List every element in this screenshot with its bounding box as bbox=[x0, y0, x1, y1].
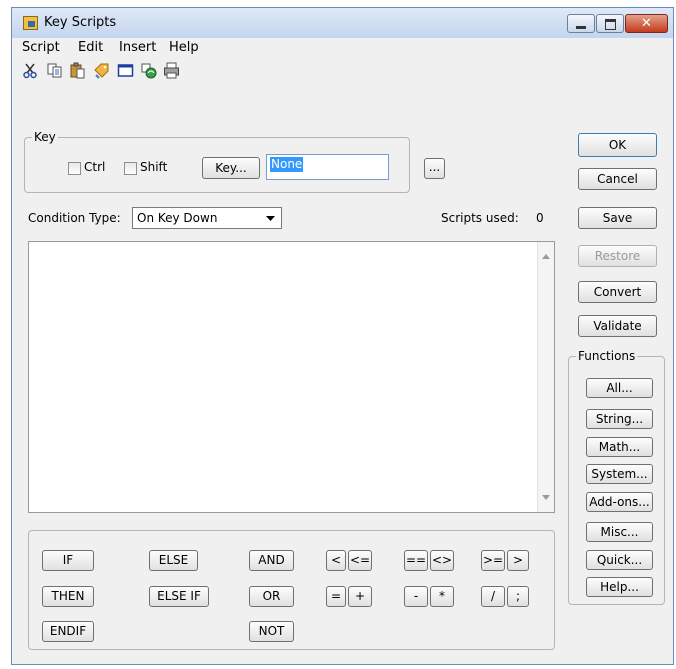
functions-system-button[interactable]: System... bbox=[586, 464, 653, 484]
not-equal-button[interactable]: <> bbox=[430, 550, 454, 571]
shift-checkbox[interactable] bbox=[124, 162, 137, 175]
menu-script[interactable]: Script bbox=[22, 40, 60, 55]
semicolon-button[interactable]: ; bbox=[507, 586, 529, 607]
functions-math-button[interactable]: Math... bbox=[586, 437, 653, 457]
tag-icon[interactable] bbox=[93, 62, 110, 79]
divide-button[interactable]: / bbox=[481, 586, 505, 607]
functions-legend: Functions bbox=[576, 349, 638, 363]
key-group-legend: Key bbox=[32, 130, 58, 144]
functions-all-button[interactable]: All... bbox=[586, 378, 653, 398]
globe-icon[interactable] bbox=[140, 62, 157, 79]
key-value-text: None bbox=[270, 157, 304, 172]
ctrl-label: Ctrl bbox=[84, 160, 106, 174]
cancel-button[interactable]: Cancel bbox=[578, 168, 657, 190]
greater-equal-button[interactable]: >= bbox=[481, 550, 505, 571]
key-value-field[interactable]: None bbox=[266, 154, 389, 180]
or-button[interactable]: OR bbox=[249, 586, 294, 607]
copy-icon[interactable] bbox=[46, 62, 63, 79]
validate-button[interactable]: Validate bbox=[578, 315, 657, 337]
toolbar bbox=[12, 59, 673, 83]
maximize-button[interactable] bbox=[596, 14, 624, 33]
less-equal-button[interactable]: <= bbox=[348, 550, 372, 571]
save-button[interactable]: Save bbox=[578, 207, 657, 229]
close-button[interactable]: ✕ bbox=[625, 14, 668, 33]
scissors-icon[interactable] bbox=[22, 62, 39, 79]
functions-string-button[interactable]: String... bbox=[586, 409, 653, 429]
else-button[interactable]: ELSE bbox=[149, 550, 198, 571]
app-icon bbox=[23, 16, 38, 30]
scripts-used-count: 0 bbox=[536, 211, 544, 225]
greater-than-button[interactable]: > bbox=[507, 550, 529, 571]
condition-type-select[interactable]: On Key Down bbox=[132, 207, 282, 229]
menu-bar: Script Edit Insert Help bbox=[12, 38, 673, 58]
multiply-button[interactable]: * bbox=[430, 586, 454, 607]
key-button[interactable]: Key... bbox=[202, 157, 260, 179]
shift-label: Shift bbox=[140, 160, 168, 174]
menu-help[interactable]: Help bbox=[169, 40, 199, 55]
less-than-button[interactable]: < bbox=[326, 550, 346, 571]
functions-quick-button[interactable]: Quick... bbox=[586, 550, 653, 570]
script-editor[interactable] bbox=[28, 241, 555, 513]
editor-scrollbar[interactable] bbox=[537, 242, 554, 512]
endif-button[interactable]: ENDIF bbox=[42, 621, 94, 642]
print-icon[interactable] bbox=[163, 62, 180, 79]
minimize-button[interactable] bbox=[567, 14, 595, 33]
convert-button[interactable]: Convert bbox=[578, 281, 657, 303]
condition-type-value: On Key Down bbox=[137, 211, 218, 225]
window-icon[interactable] bbox=[117, 62, 134, 79]
menu-edit[interactable]: Edit bbox=[78, 40, 103, 55]
scroll-down-icon[interactable] bbox=[542, 495, 550, 500]
paste-icon[interactable] bbox=[69, 62, 86, 79]
condition-type-label: Condition Type: bbox=[28, 211, 121, 225]
title-bar: Key Scripts ✕ bbox=[12, 8, 673, 38]
plus-button[interactable]: + bbox=[348, 586, 372, 607]
window-title: Key Scripts bbox=[44, 15, 117, 30]
ok-button[interactable]: OK bbox=[578, 133, 657, 157]
then-button[interactable]: THEN bbox=[42, 586, 94, 607]
and-button[interactable]: AND bbox=[249, 550, 294, 571]
restore-button[interactable]: Restore bbox=[578, 245, 657, 267]
chevron-down-icon bbox=[266, 216, 275, 221]
key-scripts-window: Key Scripts ✕ Script Edit Insert Help Ke… bbox=[11, 7, 674, 665]
functions-addons-button[interactable]: Add-ons... bbox=[586, 492, 653, 512]
if-button[interactable]: IF bbox=[42, 550, 94, 571]
functions-misc-button[interactable]: Misc... bbox=[586, 522, 653, 542]
double-equals-button[interactable]: == bbox=[404, 550, 428, 571]
elseif-button[interactable]: ELSE IF bbox=[149, 586, 209, 607]
scripts-used-label: Scripts used: bbox=[441, 211, 519, 225]
minus-button[interactable]: - bbox=[404, 586, 428, 607]
menu-insert[interactable]: Insert bbox=[119, 40, 156, 55]
ctrl-checkbox[interactable] bbox=[68, 162, 81, 175]
scroll-up-icon[interactable] bbox=[542, 254, 550, 259]
functions-help-button[interactable]: Help... bbox=[586, 577, 653, 597]
equals-button[interactable]: = bbox=[326, 586, 346, 607]
not-button[interactable]: NOT bbox=[249, 621, 294, 642]
key-browse-button[interactable]: ... bbox=[424, 158, 445, 179]
